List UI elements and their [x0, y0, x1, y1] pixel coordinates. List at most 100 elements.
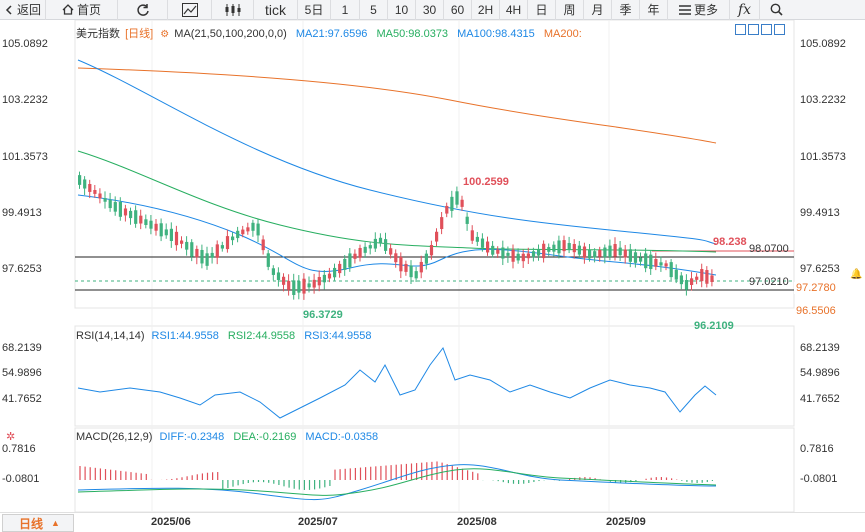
period-label: 季 [619, 3, 632, 17]
candle-body [537, 249, 541, 256]
candle-body [368, 245, 372, 249]
period-60min[interactable]: 60 [444, 0, 472, 20]
candle-body [134, 210, 138, 224]
search-button[interactable] [760, 0, 792, 20]
candle-body [429, 245, 434, 256]
candle-body [297, 281, 301, 293]
y-label-right: 101.3573 [800, 151, 846, 163]
candle-body [210, 252, 214, 258]
period-1min[interactable]: 1 [331, 0, 360, 20]
candle-body [674, 269, 678, 280]
candle-body [225, 236, 230, 250]
candle-body [460, 199, 464, 207]
candle-body [598, 249, 602, 257]
candle-body [577, 245, 581, 255]
period-label: 2H [477, 2, 494, 17]
formula-icon: fx [737, 1, 752, 18]
diff-value: DIFF:-0.2348 [159, 431, 225, 443]
candle-body [373, 238, 377, 249]
y-label-left: 97.6253 [2, 263, 42, 275]
candle-body [582, 246, 587, 258]
candle-body [164, 229, 168, 236]
formula-button[interactable]: fx [730, 0, 760, 20]
candle-body [389, 248, 393, 255]
period-30min[interactable]: 30 [416, 0, 444, 20]
period-10min[interactable]: 10 [388, 0, 416, 20]
period-selector-label: 日线 [19, 516, 44, 531]
ma50-line [77, 150, 717, 253]
settings-icon[interactable]: ⚙ [160, 29, 169, 40]
main-panel-frame [74, 20, 795, 309]
zoom-out-icon[interactable] [748, 24, 759, 35]
rsi1-value: RSI1:44.9558 [151, 330, 219, 342]
refresh-button[interactable] [118, 0, 168, 20]
candle-body [292, 280, 296, 295]
period-month[interactable]: 月 [584, 0, 612, 20]
candle-body [542, 243, 546, 259]
y-label-right: 97.6253 [800, 263, 840, 275]
y-label-left: 105.0892 [2, 38, 48, 50]
candle-body [623, 249, 627, 258]
candle-body [200, 249, 204, 264]
alert-bell-icon[interactable]: 🔔 [850, 269, 862, 280]
rsi-legend: RSI(14,14,14) RSI1:44.9558 RSI2:44.9558 … [76, 330, 378, 342]
period-day[interactable]: 日 [528, 0, 556, 20]
more-button[interactable]: 更多 [668, 0, 730, 20]
candle-body [639, 257, 643, 262]
macd-legend: MACD(26,12,9) DIFF:-0.2348 DEA:-0.2169 M… [76, 431, 384, 443]
candle-body [618, 247, 622, 256]
candle-body [118, 201, 122, 217]
candle-body [363, 246, 367, 253]
ma200-value: MA200: [543, 28, 582, 40]
ma100-line [77, 59, 717, 245]
period-label: 60 [450, 2, 465, 17]
period-selector[interactable]: 日线 ▲ [2, 514, 74, 532]
candle-body [394, 253, 398, 263]
candle-body [399, 256, 403, 272]
period-5day[interactable]: 5日 [298, 0, 331, 20]
candle-body [98, 193, 102, 199]
candlestick-button[interactable] [212, 0, 254, 20]
y-label-right: 103.2232 [800, 94, 846, 106]
zoom-in-icon[interactable] [735, 24, 746, 35]
back-arrow-icon [5, 4, 12, 15]
rsi2-value: RSI2:44.9558 [227, 330, 296, 342]
macd-settings-icon[interactable]: ✲ [6, 430, 15, 443]
candle-body [185, 241, 189, 250]
pan-left-icon[interactable] [761, 24, 772, 35]
hline-label-1: 98.0700 [749, 243, 789, 255]
candle-body [271, 268, 275, 275]
candle-body [358, 247, 362, 258]
candle-body [628, 249, 632, 262]
candle-body [154, 223, 158, 231]
period-5min[interactable]: 5 [360, 0, 388, 20]
search-icon [770, 3, 783, 16]
candle-body [486, 241, 490, 253]
candle-body [307, 283, 311, 288]
candle-body [572, 243, 576, 253]
candle-body [511, 249, 515, 262]
candle-body [103, 198, 107, 202]
rsi-label: RSI(14,14,14) [76, 330, 145, 342]
ma50-value: MA50:98.0373 [376, 28, 449, 40]
back-button[interactable]: 返回 [0, 0, 46, 20]
rsi-line [77, 346, 717, 419]
candle-body [613, 244, 617, 257]
tick-button[interactable]: tick [254, 0, 298, 20]
chart-area[interactable]: 美元指数 [日线] ⚙ MA(21,50,100,200,0,0) MA21:9… [0, 20, 865, 512]
candle-body [475, 236, 479, 242]
candle-body [220, 245, 224, 249]
candle-body [547, 247, 551, 252]
period-2h[interactable]: 2H [472, 0, 500, 20]
pan-right-icon[interactable] [774, 24, 785, 35]
chart-style-button[interactable] [168, 0, 212, 20]
period-quarter[interactable]: 季 [612, 0, 640, 20]
x-axis-bar: 日线 ▲ 2025/06 2025/07 2025/08 2025/09 [0, 512, 865, 532]
period-label: 10 [394, 2, 409, 17]
period-year[interactable]: 年 [640, 0, 668, 20]
period-week[interactable]: 周 [556, 0, 584, 20]
home-icon [62, 4, 74, 15]
y-label-left: 103.2232 [2, 94, 48, 106]
period-4h[interactable]: 4H [500, 0, 528, 20]
home-button[interactable]: 首页 [46, 0, 118, 20]
